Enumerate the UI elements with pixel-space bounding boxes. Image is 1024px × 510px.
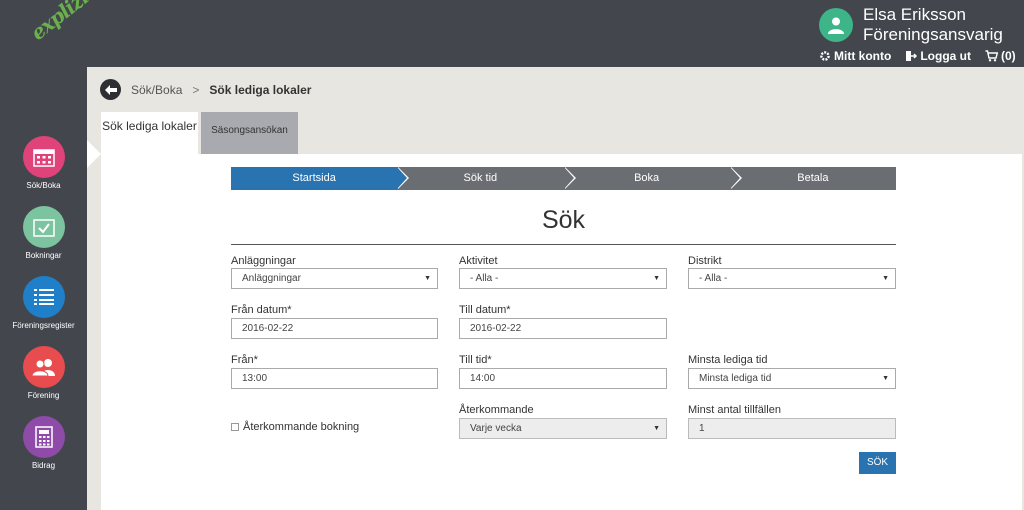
breadcrumb-separator: > — [192, 82, 200, 97]
calendar-icon — [22, 136, 65, 178]
user-role: Föreningsansvarig — [863, 25, 1003, 44]
aterkommande-checkbox[interactable]: Återkommande bokning — [231, 421, 359, 433]
step-sok-tid[interactable]: Sök tid — [397, 167, 576, 190]
sidebar-item-label: Föreningsregister — [12, 321, 75, 330]
sidebar-item-sok-boka[interactable]: Sök/Boka — [0, 136, 87, 190]
sidebar-item-bidrag[interactable]: Bidrag — [0, 416, 87, 470]
calculator-icon — [22, 416, 65, 458]
aktivitet-select[interactable]: - Alla - ▼ — [459, 268, 667, 289]
aterkommande-value: Varje vecka — [470, 423, 522, 434]
minsta-lediga-tid-select[interactable]: Minsta lediga tid ▼ — [688, 368, 896, 389]
list-icon — [22, 276, 65, 318]
group-icon — [22, 346, 65, 388]
step-boka[interactable]: Boka — [563, 167, 743, 190]
aterkommande-checkbox-label: Återkommande bokning — [243, 421, 360, 433]
calendar-check-icon — [22, 206, 65, 248]
my-account-label: Mitt konto — [834, 49, 892, 63]
avatar[interactable] — [819, 8, 853, 42]
sidebar-item-label: Bokningar — [25, 251, 62, 260]
sidebar-item-forening[interactable]: Förening — [0, 346, 87, 400]
cart-icon — [985, 50, 998, 62]
checkbox-box[interactable] — [231, 423, 239, 431]
progress-steps: Startsida Sök tid Boka Betala — [231, 167, 896, 190]
active-nav-indicator — [87, 140, 101, 168]
caret-down-icon: ▼ — [882, 275, 889, 282]
sidebar-item-bokningar[interactable]: Bokningar — [0, 206, 87, 260]
anlaggningar-value: Anläggningar — [242, 273, 301, 284]
caret-down-icon: ▼ — [424, 275, 431, 282]
caret-down-icon: ▼ — [653, 425, 660, 432]
fran-datum-input[interactable]: 2016-02-22 — [231, 318, 438, 339]
title-divider — [231, 244, 896, 245]
aktivitet-label: Aktivitet — [459, 255, 498, 267]
distrikt-value: - Alla - — [699, 273, 728, 284]
fran-label: Från* — [231, 354, 258, 366]
logo[interactable]: explizit — [26, 0, 99, 54]
tab-sok-lediga-lokaler[interactable]: Sök lediga lokaler — [101, 112, 198, 154]
logout-icon — [906, 51, 918, 61]
search-button[interactable]: SÖK — [859, 452, 896, 474]
minst-antal-input[interactable]: 1 — [688, 418, 896, 439]
step-startsida[interactable]: Startsida — [231, 167, 410, 190]
cart-count: (0) — [1000, 49, 1016, 63]
distrikt-select[interactable]: - Alla - ▼ — [688, 268, 896, 289]
sidebar: Sök/Boka Bokningar Föreningsregister För… — [0, 67, 87, 510]
aktivitet-value: - Alla - — [470, 273, 499, 284]
logo-text: explizit — [26, 0, 100, 45]
sidebar-item-label: Bidrag — [31, 461, 56, 470]
till-datum-input[interactable]: 2016-02-22 — [459, 318, 667, 339]
minsta-lediga-tid-label: Minsta lediga tid — [688, 354, 768, 366]
anlaggningar-select[interactable]: Anläggningar ▼ — [231, 268, 438, 289]
distrikt-label: Distrikt — [688, 255, 722, 267]
caret-down-icon: ▼ — [653, 275, 660, 282]
top-bar: explizit Elsa Eriksson Föreningsansvarig… — [0, 0, 1024, 67]
step-betala[interactable]: Betala — [729, 167, 896, 190]
till-tid-input[interactable]: 14:00 — [459, 368, 667, 389]
aterkommande-select[interactable]: Varje vecka ▼ — [459, 418, 667, 439]
breadcrumb-current: Sök lediga lokaler — [209, 82, 312, 97]
aterkommande-label: Återkommande — [459, 404, 534, 416]
logout-label: Logga ut — [920, 49, 971, 63]
breadcrumb: Sök/Boka > Sök lediga lokaler — [100, 79, 311, 100]
user-name: Elsa Eriksson — [863, 5, 966, 24]
sidebar-item-label: Sök/Boka — [26, 181, 61, 190]
anlaggningar-label: Anläggningar — [231, 255, 296, 267]
page-title: Sök — [541, 206, 586, 234]
minst-antal-label: Minst antal tillfällen — [688, 404, 781, 416]
gear-icon — [820, 51, 830, 61]
logout-link[interactable]: Logga ut — [905, 49, 971, 63]
fran-datum-label: Från datum* — [231, 304, 292, 316]
user-links: Mitt konto Logga ut (0) — [819, 49, 1016, 63]
user-icon — [828, 17, 844, 34]
sidebar-item-label: Förening — [27, 391, 60, 400]
arrow-left-icon — [104, 84, 117, 95]
cart-link[interactable]: (0) — [985, 49, 1016, 63]
my-account-link[interactable]: Mitt konto — [819, 49, 891, 63]
tab-sasongsansokan[interactable]: Säsongsansökan — [201, 112, 298, 154]
breadcrumb-parent[interactable]: Sök/Boka — [131, 83, 182, 97]
sidebar-item-foreningsregister[interactable]: Föreningsregister — [0, 276, 87, 330]
minsta-lediga-tid-value: Minsta lediga tid — [699, 373, 772, 384]
caret-down-icon: ▼ — [882, 375, 889, 382]
back-button[interactable] — [100, 79, 121, 100]
till-tid-label: Till tid* — [459, 354, 492, 366]
fran-input[interactable]: 13:00 — [231, 368, 438, 389]
till-datum-label: Till datum* — [459, 304, 511, 316]
